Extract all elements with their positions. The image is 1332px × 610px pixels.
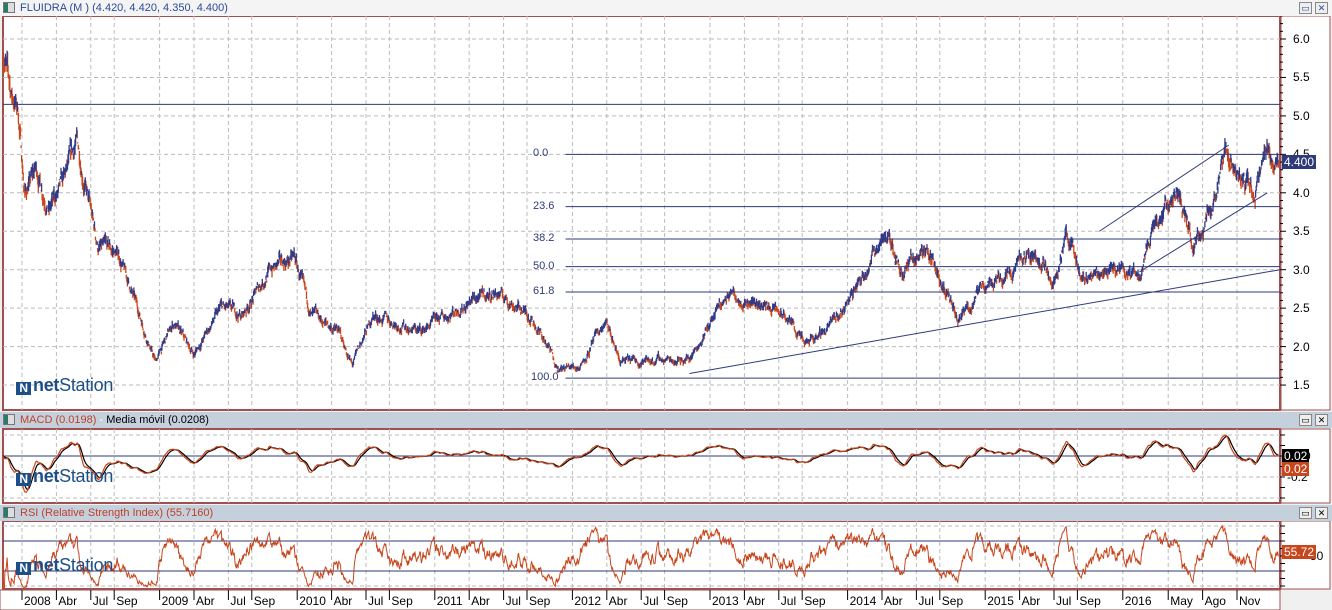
chart-icon <box>3 414 15 425</box>
fib-label: 38.2 <box>533 231 555 244</box>
time-label: Ago <box>1204 594 1226 608</box>
time-label: Sep <box>941 594 964 608</box>
rsi-header: RSI (Relative Strength Index) (55.7160) … <box>0 505 1332 521</box>
time-label: 2015 <box>987 594 1014 608</box>
macd-ma-label: Media móvil (0.0208) <box>106 414 209 426</box>
time-label: Sep <box>1079 594 1101 608</box>
time-label: Nov <box>1239 594 1261 608</box>
time-label: Sep <box>666 594 688 608</box>
netstation-logo: NnetStation <box>16 375 113 396</box>
price-tick-label: 6.0 <box>1293 32 1310 46</box>
fib-label: 61.8 <box>533 285 555 297</box>
time-label: Sep <box>528 594 551 608</box>
time-label: Sep <box>804 594 826 608</box>
close-button[interactable]: ✕ <box>1315 507 1328 519</box>
time-label: Jul <box>1056 594 1072 608</box>
fib-label: 23.6 <box>533 199 555 212</box>
macd-signal-value-badge: 0.02 <box>1282 449 1310 463</box>
time-label: Jul <box>92 594 109 608</box>
time-label: Abr <box>884 594 903 608</box>
price-tick-label: 4.0 <box>1293 185 1310 200</box>
main-header: FLUIDRA (M ) (4.420, 4.420, 4.350, 4.400… <box>0 0 1332 16</box>
macd-value-badge: 0.02 <box>1282 462 1310 476</box>
price-tick-label: 5.5 <box>1293 70 1310 85</box>
chart-icon <box>3 2 15 13</box>
time-label: 2008 <box>24 594 51 608</box>
time-label: Abr <box>333 594 353 608</box>
macd-separator: - <box>96 414 107 426</box>
fib-label: 100.0 <box>531 371 559 384</box>
time-label: Jul <box>505 594 521 608</box>
time-label: Sep <box>391 594 413 608</box>
time-label: Jul <box>918 594 934 608</box>
time-label: May <box>1170 594 1193 608</box>
time-label: Jul <box>230 594 246 608</box>
time-label: Sep <box>116 594 138 608</box>
main-title: FLUIDRA (M ) (4.420, 4.420, 4.350, 4.400… <box>20 2 228 14</box>
macd-label: MACD (0.0198) <box>20 414 97 426</box>
netstation-logo: NnetStation <box>16 466 113 487</box>
price-tick-label: 2.5 <box>1293 301 1310 316</box>
time-label: 2010 <box>299 594 326 608</box>
close-button[interactable]: ✕ <box>1315 414 1328 426</box>
time-label: 2011 <box>436 594 463 608</box>
price-tick-label: 3.5 <box>1293 224 1310 239</box>
fib-label: 50.0 <box>533 259 555 272</box>
time-label: 2009 <box>161 594 189 608</box>
price-tick-label: 3.0 <box>1293 262 1310 277</box>
maximize-button[interactable]: ▭ <box>1299 2 1312 14</box>
netstation-logo: NnetStation <box>16 555 113 576</box>
chart-icon <box>3 507 15 518</box>
maximize-button[interactable]: ▭ <box>1299 414 1312 426</box>
time-label: Jul <box>643 594 659 608</box>
time-label: Jul <box>368 594 384 608</box>
maximize-button[interactable]: ▭ <box>1299 507 1312 519</box>
time-label: Abr <box>58 594 78 608</box>
time-label: Abr <box>608 594 628 608</box>
rsi-value-badge: 55.72 <box>1282 544 1317 559</box>
last-price-badge: 4.400 <box>1282 155 1317 170</box>
time-label: Jul <box>780 594 797 608</box>
macd-header: MACD (0.0198) - Media móvil (0.0208) ▭ ✕ <box>0 412 1332 428</box>
price-tick-label: 5.0 <box>1293 108 1310 123</box>
time-label: 2014 <box>849 594 877 608</box>
time-label: Abr <box>471 594 490 608</box>
time-label: Abr <box>746 594 766 608</box>
time-label: Sep <box>253 594 276 608</box>
time-label: 2012 <box>574 594 602 608</box>
rsi-label: RSI (Relative Strength Index) (55.7160) <box>20 507 214 519</box>
time-label: 2016 <box>1124 594 1152 608</box>
price-tick-label: 1.5 <box>1293 378 1310 393</box>
time-label: 2013 <box>712 594 739 608</box>
time-label: Abr <box>1021 594 1041 608</box>
time-label: Abr <box>196 594 215 608</box>
close-button[interactable]: ✕ <box>1315 2 1328 14</box>
price-tick-label: 2.0 <box>1293 339 1310 354</box>
fib-label: 0.0 <box>533 147 549 160</box>
